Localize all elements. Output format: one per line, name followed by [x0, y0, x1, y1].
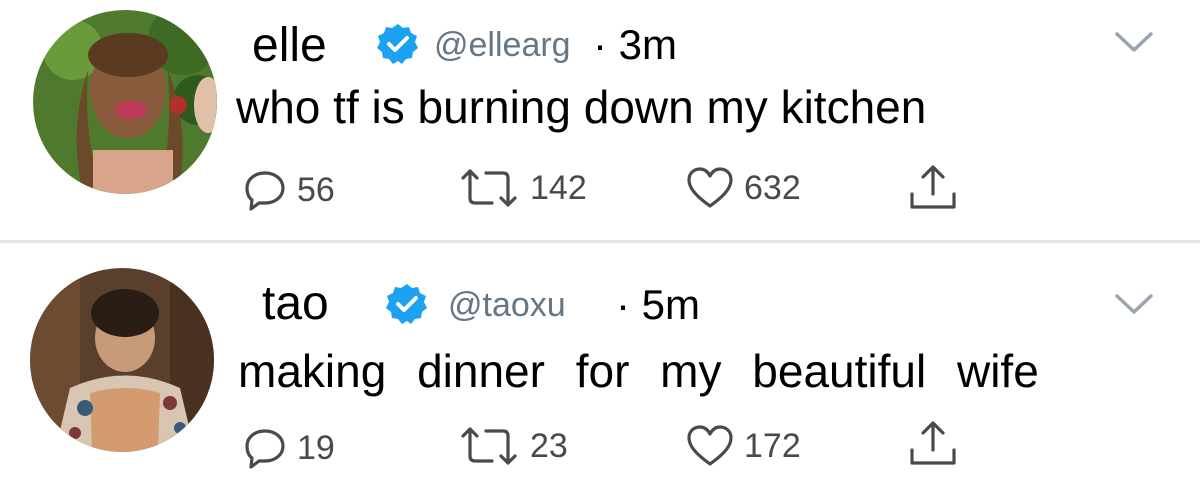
reply-icon	[245, 429, 285, 469]
share-icon	[910, 421, 956, 465]
divider	[0, 240, 1200, 243]
tweet[interactable]: tao @taoxu · 5m making dinner for my bea…	[0, 244, 1200, 490]
timestamp[interactable]: · 3m	[593, 24, 677, 66]
share-button[interactable]	[908, 164, 958, 212]
reply-count: 56	[297, 171, 335, 209]
tweet-text: who tf is burning down my kitchen	[236, 81, 927, 133]
tweet[interactable]: elle @ellearg · 3m who tf is burning dow…	[0, 0, 1200, 242]
reply-count: 19	[297, 429, 335, 467]
chevron-down-icon[interactable]	[1114, 30, 1154, 56]
share-button[interactable]	[908, 420, 958, 468]
retweet-count: 23	[530, 427, 568, 465]
like-button[interactable]: 172	[686, 424, 801, 468]
timestamp[interactable]: · 5m	[616, 284, 700, 326]
heart-icon	[687, 425, 733, 466]
verified-badge-icon	[385, 282, 429, 326]
retweet-icon	[461, 169, 517, 207]
chevron-down-icon[interactable]	[1114, 292, 1154, 318]
display-name[interactable]: elle	[252, 22, 327, 70]
avatar[interactable]	[33, 10, 217, 194]
reply-icon	[245, 171, 285, 211]
reply-button[interactable]: 19	[243, 426, 335, 470]
share-icon	[910, 165, 956, 209]
like-count: 632	[744, 169, 801, 207]
retweet-button[interactable]: 23	[458, 426, 568, 466]
heart-icon	[687, 167, 733, 208]
display-name[interactable]: tao	[262, 280, 329, 328]
reply-button[interactable]: 56	[243, 168, 335, 212]
tweet-text: making dinner for my beautiful wife	[238, 345, 1039, 397]
verified-badge-icon	[376, 22, 420, 66]
avatar[interactable]	[30, 268, 214, 452]
retweet-icon	[461, 427, 517, 465]
handle[interactable]: @ellearg	[434, 28, 571, 62]
like-button[interactable]: 632	[686, 166, 801, 210]
retweet-count: 142	[530, 169, 587, 207]
handle[interactable]: @taoxu	[448, 288, 566, 322]
like-count: 172	[744, 427, 801, 465]
retweet-button[interactable]: 142	[458, 168, 587, 208]
